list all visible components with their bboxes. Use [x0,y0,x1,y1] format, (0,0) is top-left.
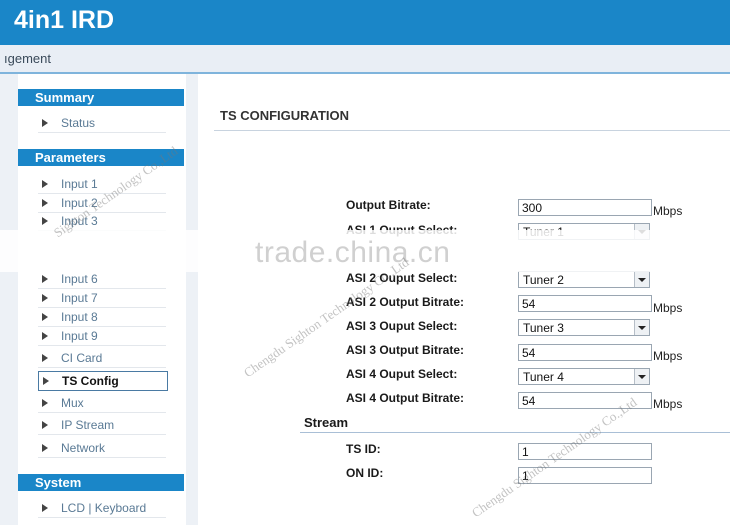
sidebar-item-label: LCD | Keyboard [61,501,147,515]
sidebar-item-label: Status [61,116,96,130]
arrow-right-icon [42,275,48,283]
chevron-down-icon [638,326,646,330]
sidebar-item-label: Input 1 [61,177,98,191]
app-title: 4in1 IRD [14,6,115,34]
sidebar-item-input-9[interactable]: Input 9 [38,327,166,346]
page-title: TS CONFIGURATION [220,108,350,123]
sidebar-item-input-7[interactable]: Input 7 [38,289,166,308]
dropdown-button[interactable] [634,272,649,287]
asi4-bitrate-label: ASI 4 Output Bitrate: [346,391,465,405]
dropdown-button[interactable] [634,320,649,335]
arrow-right-icon [42,180,48,188]
section-system: System [18,474,184,491]
arrow-right-icon [42,421,48,429]
sidebar-item-label: Input 7 [61,291,98,305]
sidebar-item-status[interactable]: Status [38,114,166,133]
asi3-select-label: ASI 3 Ouput Select: [346,319,458,333]
chevron-down-icon [638,375,646,379]
sidebar-item-ts-config[interactable]: TS Config [38,371,168,391]
sidebar-item-lcd-keyboard[interactable]: LCD | Keyboard [38,499,166,518]
asi4-select-label: ASI 4 Ouput Select: [346,367,458,381]
sidebar-item-label: Input 8 [61,310,98,324]
asi2-select[interactable]: Tuner 2 [518,271,650,288]
sidebar-item-ip-stream[interactable]: IP Stream [38,416,166,435]
asi4-bitrate-unit: Mbps [653,397,683,411]
section-summary: Summary [18,89,184,106]
sidebar-item-label: TS Config [62,374,119,388]
sidebar-item-input-6[interactable]: Input 6 [38,270,166,289]
output-bitrate-unit: Mbps [653,204,683,218]
arrow-right-icon [42,354,48,362]
sidebar-item-label: IP Stream [61,418,115,432]
asi4-select-value: Tuner 4 [523,370,564,384]
asi3-bitrate-unit: Mbps [653,349,683,363]
output-bitrate-label: Output Bitrate: [346,198,431,212]
stream-divider [300,432,730,433]
arrow-right-icon [42,332,48,340]
arrow-right-icon [42,444,48,452]
ts-id-label: TS ID: [346,442,381,456]
asi4-select[interactable]: Tuner 4 [518,368,650,385]
management-link[interactable]: ıgement [4,51,51,66]
watermark-trade-china: trade.china.cn [255,236,451,269]
output-bitrate-input[interactable] [518,199,652,216]
asi2-bitrate-unit: Mbps [653,301,683,315]
asi2-select-value: Tuner 2 [523,273,564,287]
arrow-right-icon [42,399,48,407]
arrow-right-icon [42,313,48,321]
management-bar: ıgement [0,45,730,74]
top-bar: 4in1 IRD [0,0,730,45]
asi3-select-value: Tuner 3 [523,321,564,335]
sidebar-item-label: Input 9 [61,329,98,343]
asi3-bitrate-label: ASI 3 Output Bitrate: [346,343,465,357]
sidebar-item-label: CI Card [61,351,103,365]
sidebar-item-label: Input 6 [61,272,98,286]
sidebar-item-input-8[interactable]: Input 8 [38,308,166,327]
stream-section-title: Stream [304,415,349,430]
asi3-select[interactable]: Tuner 3 [518,319,650,336]
dropdown-button[interactable] [634,369,649,384]
chevron-down-icon [638,278,646,282]
arrow-right-icon [42,199,48,207]
asi2-bitrate-input[interactable] [518,295,652,312]
main-content [214,74,730,525]
arrow-right-icon [42,504,48,512]
sidebar-item-label: Network [61,441,106,455]
on-id-label: ON ID: [346,466,384,480]
sidebar-item-label: Mux [61,396,84,410]
arrow-right-icon [42,217,48,225]
sidebar-item-ci-card[interactable]: CI Card [38,349,166,368]
title-divider [214,130,730,131]
asi3-bitrate-input[interactable] [518,344,652,361]
arrow-right-icon [42,119,48,127]
sidebar-item-network[interactable]: Network [38,439,166,458]
arrow-right-icon [42,294,48,302]
sidebar-item-mux[interactable]: Mux [38,394,166,413]
arrow-right-icon [43,377,49,385]
